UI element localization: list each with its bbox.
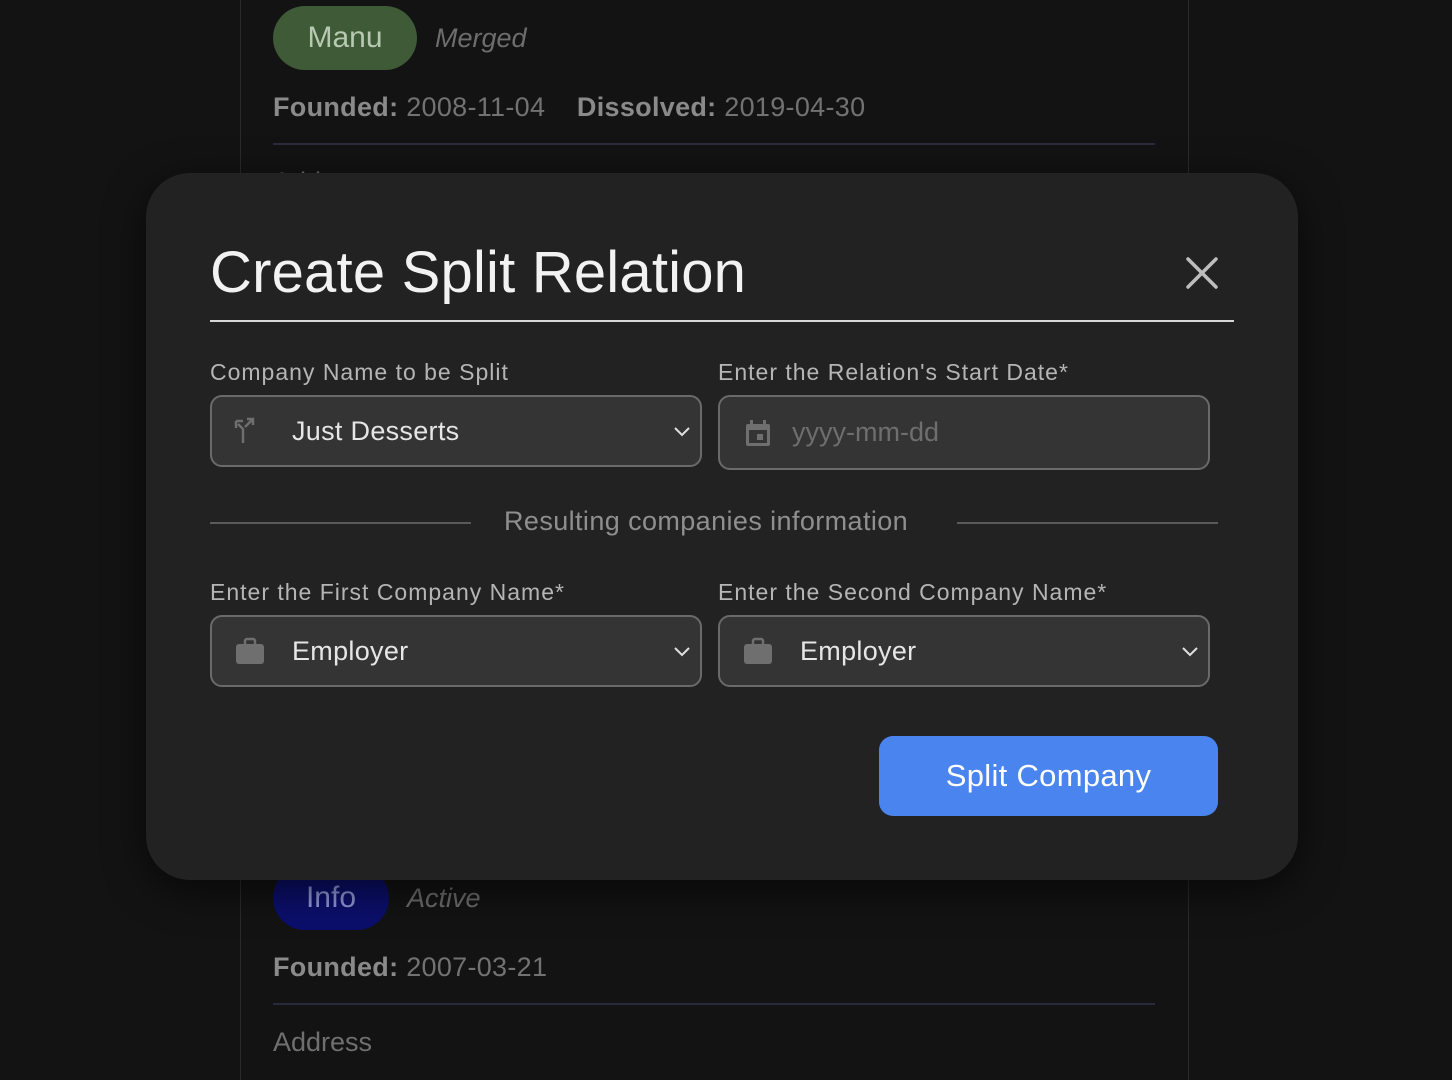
second-company-label: Enter the Second Company Name*: [718, 579, 1108, 605]
founded-value: 2007-03-21: [406, 952, 548, 982]
briefcase-icon: [744, 637, 772, 664]
company-badge[interactable]: Manu: [273, 6, 417, 70]
dates-row: Founded: 2007-03-21: [273, 952, 1155, 983]
dialog-title: Create Split Relation: [210, 240, 747, 305]
card-divider: [273, 143, 1155, 145]
second-company-select[interactable]: Employer: [718, 615, 1210, 687]
section-title: Resulting companies information: [504, 506, 909, 536]
section-divider-right: [957, 522, 1218, 524]
first-company-select[interactable]: Employer: [210, 615, 702, 687]
start-date-field[interactable]: [718, 395, 1210, 470]
briefcase-icon: [236, 637, 264, 664]
company-to-split-label: Company Name to be Split: [210, 359, 509, 385]
split-arrows-icon: [234, 417, 255, 443]
founded-label: Founded:: [273, 92, 399, 122]
founded-value: 2008-11-04: [406, 92, 546, 122]
company-card-bottom: Info Active Founded: 2007-03-21 Address: [273, 866, 1155, 1058]
dissolved-label: Dissolved:: [576, 92, 717, 122]
address-label: Address: [273, 1027, 373, 1057]
close-button[interactable]: [1182, 253, 1222, 293]
start-date-label: Enter the Relation's Start Date*: [718, 359, 1069, 385]
split-relation-dialog: Create Split Relation Company Name to be…: [146, 173, 1298, 880]
company-card-top: Manu Merged Founded: 2008-11-04 Dissolve…: [273, 6, 1155, 198]
status-label: Merged: [435, 22, 527, 53]
close-icon: [1186, 257, 1218, 289]
company-to-split-select[interactable]: Just Desserts: [210, 395, 702, 467]
card-divider: [273, 1003, 1155, 1005]
first-company-value: Employer: [292, 635, 409, 666]
chevron-down-icon: [674, 647, 690, 657]
badge-row: Manu Merged: [273, 6, 1155, 70]
split-company-button[interactable]: Split Company: [879, 736, 1218, 816]
chevron-down-icon: [1182, 647, 1198, 657]
start-date-input[interactable]: [792, 397, 1172, 468]
first-company-label: Enter the First Company Name*: [210, 579, 565, 605]
dates-row: Founded: 2008-11-04 Dissolved: 2019-04-3…: [273, 92, 1155, 123]
company-to-split-value: Just Desserts: [292, 415, 460, 446]
second-company-value: Employer: [800, 635, 917, 666]
status-label: Active: [407, 882, 481, 913]
title-divider: [210, 320, 1234, 322]
dissolved-value: 2019-04-30: [724, 92, 866, 122]
founded-label: Founded:: [273, 952, 399, 982]
calendar-icon: [746, 419, 770, 446]
chevron-down-icon: [674, 427, 690, 437]
section-divider-left: [210, 522, 471, 524]
